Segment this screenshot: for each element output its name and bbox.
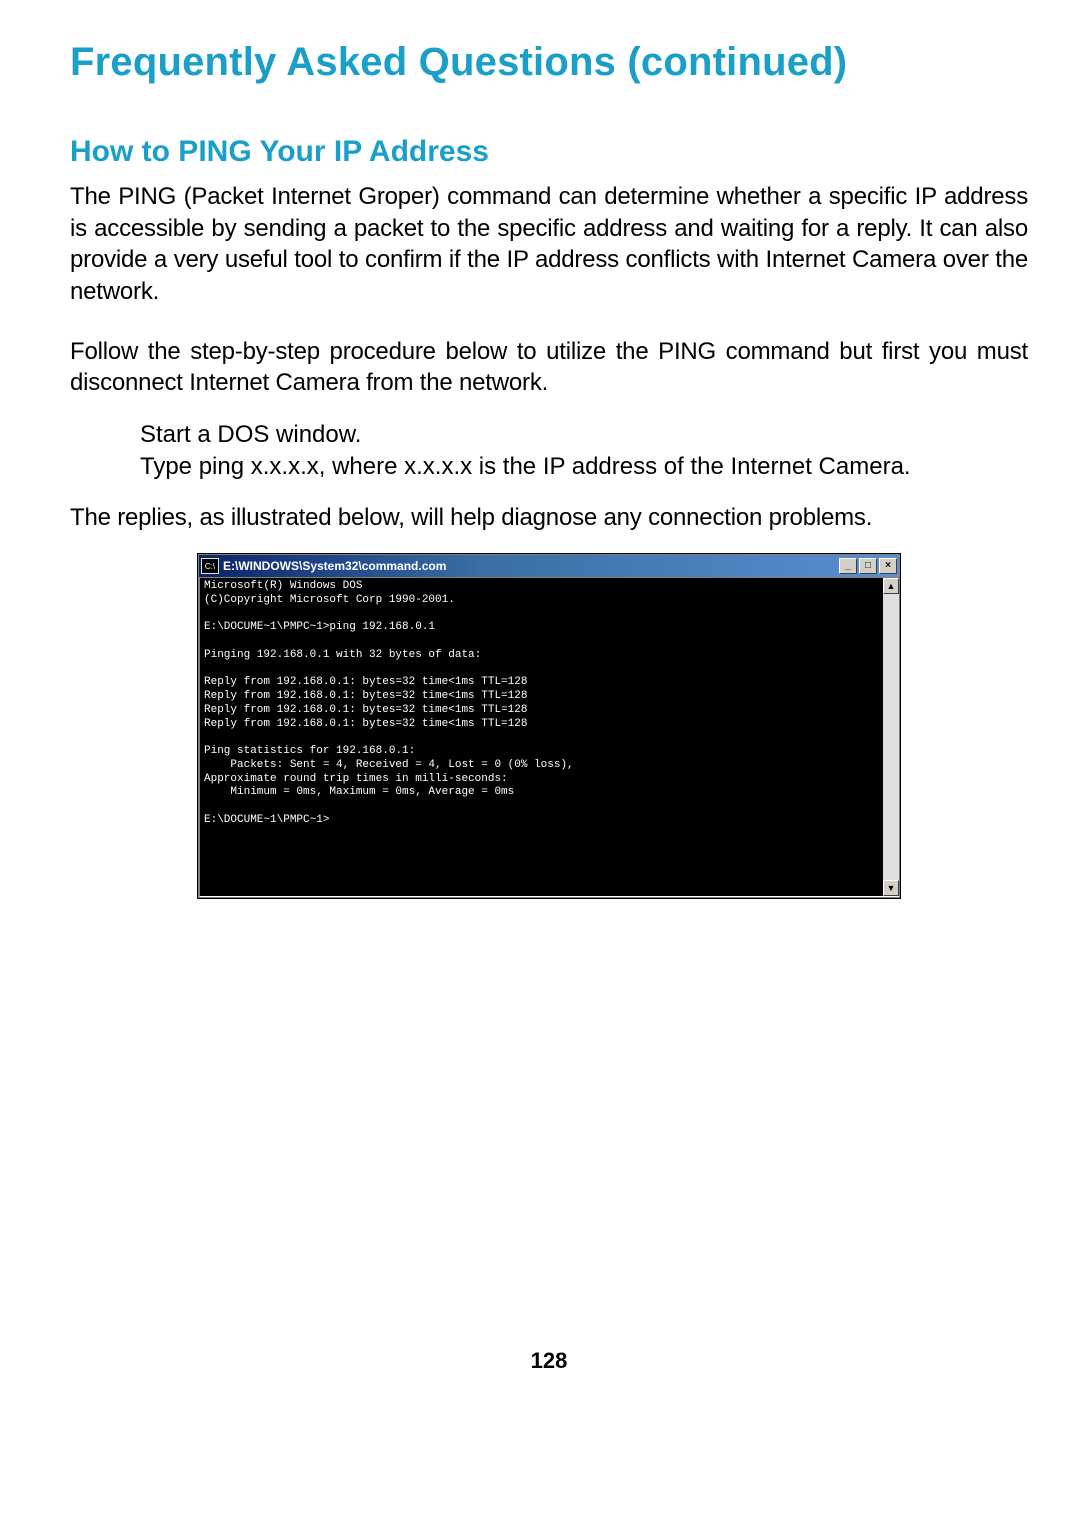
maximize-button[interactable]: □ (859, 558, 877, 574)
page-title: Frequently Asked Questions (continued) (70, 40, 1028, 85)
page-number: 128 (70, 1348, 1028, 1374)
dos-output: Microsoft(R) Windows DOS (C)Copyright Mi… (199, 577, 883, 897)
step-1: Start a DOS window. (140, 419, 1028, 451)
scroll-up-button[interactable]: ▲ (883, 578, 899, 594)
command-prompt-icon: C:\ (201, 558, 219, 574)
close-button[interactable]: × (879, 558, 897, 574)
paragraph-intro: The PING (Packet Internet Groper) comman… (70, 181, 1028, 308)
dos-titlebar: C:\ E:\WINDOWS\System32\command.com _ □ … (199, 555, 899, 577)
paragraph-replies: The replies, as illustrated below, will … (70, 502, 1028, 534)
paragraph-steps-intro: Follow the step-by-step procedure below … (70, 336, 1028, 399)
section-heading: How to PING Your IP Address (70, 135, 1028, 169)
step-2: Type ping x.x.x.x, where x.x.x.x is the … (140, 451, 1028, 483)
vertical-scrollbar[interactable]: ▲ ▼ (883, 577, 899, 897)
dos-window: C:\ E:\WINDOWS\System32\command.com _ □ … (198, 554, 900, 898)
dos-window-title: E:\WINDOWS\System32\command.com (223, 559, 837, 573)
scroll-down-button[interactable]: ▼ (883, 880, 899, 896)
minimize-button[interactable]: _ (839, 558, 857, 574)
step-list: Start a DOS window. Type ping x.x.x.x, w… (140, 419, 1028, 482)
